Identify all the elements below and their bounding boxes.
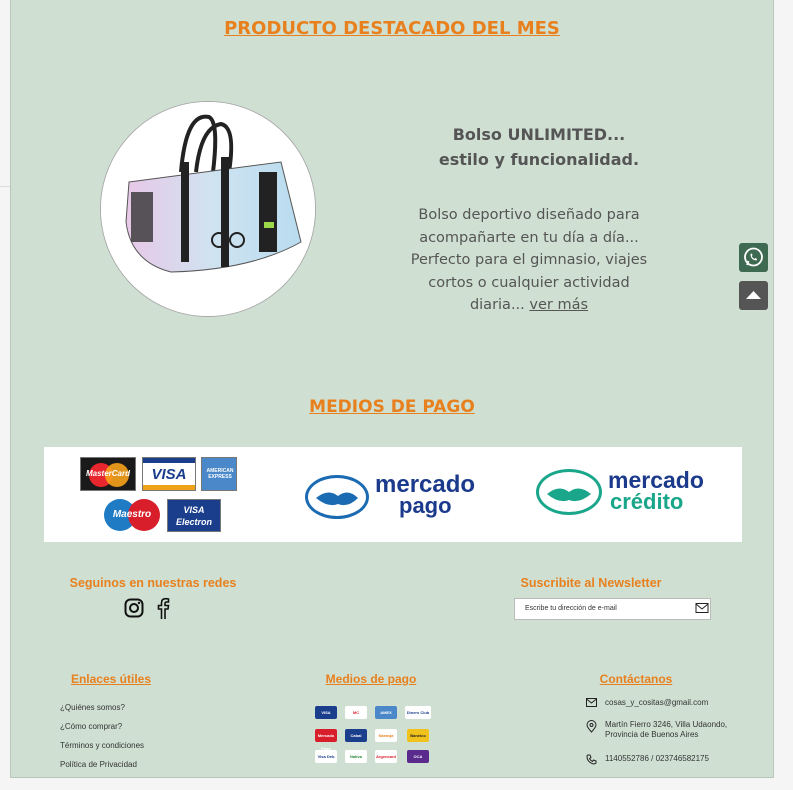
contact-phone[interactable]: 1140552786 / 023746582175 [605, 754, 709, 765]
payment-heading[interactable]: MEDIOS DE PAGO [11, 397, 773, 417]
footer-links-heading[interactable]: Enlaces útiles [61, 672, 161, 686]
payment-banner: MasterCard VISA AMERICAN EXPRESS Maestro… [44, 447, 742, 542]
chip-oca: OCA [407, 750, 429, 763]
visa-label: VISA [151, 466, 187, 483]
mercado-pago-line2: pago [399, 493, 452, 518]
product-description: Bolso deportivo diseñado para acompañart… [401, 204, 657, 317]
visa-logo: VISA [142, 457, 196, 491]
maestro-logo: Maestro [102, 497, 162, 533]
chip-argencard: Argencard [375, 750, 397, 763]
social-heading: Seguinos en nuestras redes [69, 576, 237, 590]
product-title-line1: Bolso UNLIMITED... [452, 125, 626, 144]
newsletter-email-input[interactable]: Escribe tu dirección de e-mail [514, 598, 711, 620]
divider [0, 186, 10, 187]
mercado-pago-logo: mercado pago [303, 471, 483, 523]
product-image[interactable] [100, 101, 316, 317]
facebook-icon[interactable] [155, 597, 171, 619]
chip-mercado-pago: Mercado Pago [315, 729, 337, 751]
product-title-line2: estilo y funcionalidad. [438, 150, 640, 169]
scroll-to-top-button[interactable] [739, 281, 768, 310]
chip-mastercard: MC [345, 706, 367, 719]
visa-electron-logo: VISA Electron [167, 499, 221, 532]
location-icon [586, 720, 597, 733]
ver-mas-link[interactable]: ver más [529, 297, 588, 313]
chip-diners: Diners Club [405, 706, 431, 719]
contact-email-row: cosas_y_cositas@gmail.com [586, 698, 756, 707]
link-privacidad[interactable]: Política de Privacidad [60, 755, 144, 774]
contact-phone-row: 1140552786 / 023746582175 [586, 754, 756, 765]
featured-heading[interactable]: PRODUCTO DESTACADO DEL MES [11, 18, 773, 39]
whatsapp-icon [744, 247, 763, 267]
link-como-comprar[interactable]: ¿Cómo comprar? [60, 717, 144, 736]
mastercard-label: MasterCard [85, 469, 130, 478]
chip-nativa: Nativa [345, 750, 367, 763]
phone-icon [586, 754, 597, 765]
chip-visa-debito: Visa Deb [315, 750, 337, 763]
amex-logo: AMERICAN EXPRESS [201, 457, 237, 491]
contact-email[interactable]: cosas_y_cositas@gmail.com [605, 698, 708, 707]
chip-banelco: Banelco [407, 729, 429, 742]
contact-address-line2: Provincia de Buenos Aires [605, 730, 699, 739]
mercado-credito-logo: mercado crédito [534, 467, 724, 519]
footer-contact-heading[interactable]: Contáctanos [586, 672, 686, 686]
chip-cabal: Cabal [345, 729, 367, 742]
chip-naranja: Naranja [375, 729, 397, 742]
link-terminos[interactable]: Términos y condiciones [60, 736, 144, 755]
chevron-up-icon [746, 291, 761, 299]
amex-label: AMERICAN EXPRESS [206, 468, 234, 480]
contact-address-line1: Martín Fierro 3246, Villa Udaondo, [605, 720, 728, 729]
newsletter-submit-icon[interactable] [695, 602, 709, 614]
product-title: Bolso UNLIMITED... estilo y funcionalida… [401, 122, 677, 172]
footer-links-list: ¿Quiénes somos? ¿Cómo comprar? Términos … [60, 698, 144, 774]
chip-visa: VISA [315, 706, 337, 719]
maestro-label: Maestro [112, 509, 152, 520]
whatsapp-button[interactable] [739, 243, 768, 272]
bag-illustration [101, 102, 315, 316]
footer-payments-heading[interactable]: Medios de pago [311, 672, 431, 686]
mastercard-logo: MasterCard [80, 457, 136, 491]
mail-icon [586, 698, 597, 707]
chip-amex: AMEX [375, 706, 397, 719]
contact-address-row: Martín Fierro 3246, Villa Udaondo, Provi… [586, 720, 756, 739]
link-quienes-somos[interactable]: ¿Quiénes somos? [60, 698, 144, 717]
main-panel: PRODUCTO DESTACADO DEL MES Bolso UNLIMIT… [10, 0, 774, 778]
handshake-icon-2 [536, 469, 602, 515]
handshake-icon [305, 475, 369, 519]
instagram-icon[interactable] [124, 598, 144, 618]
mercado-credito-line2: crédito [610, 489, 684, 514]
newsletter-heading: Suscribite al Newsletter [520, 576, 662, 590]
visa-electron-label: VISA Electron [175, 505, 212, 527]
